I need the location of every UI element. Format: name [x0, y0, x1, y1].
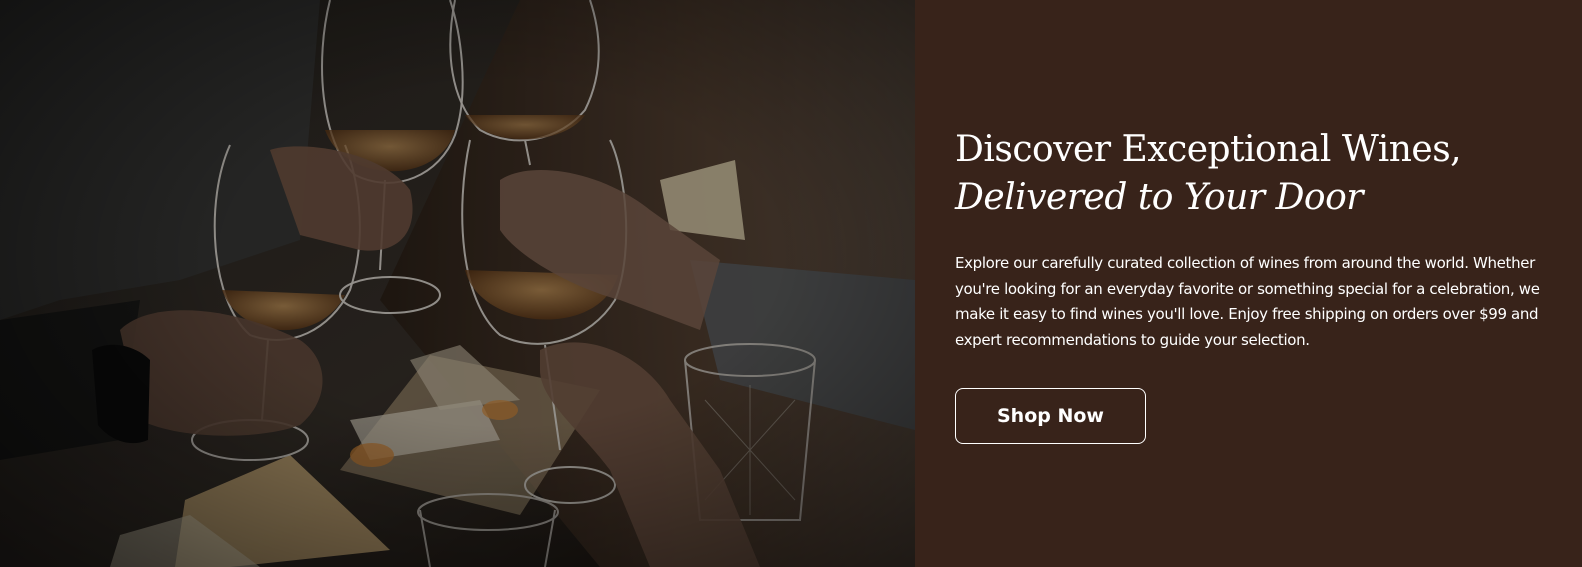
- wine-toast-photo: [0, 0, 915, 567]
- hero-description: Explore our carefully curated collection…: [955, 254, 1540, 349]
- hero-content-panel: Discover Exceptional Wines, Delivered to…: [915, 0, 1582, 567]
- headline-line-2: Delivered to Your Door: [955, 177, 1364, 218]
- hero-image: [0, 0, 915, 567]
- hero-section: Discover Exceptional Wines, Delivered to…: [0, 0, 1582, 567]
- headline-line-1: Discover Exceptional Wines,: [955, 129, 1462, 170]
- hero-headline: Discover Exceptional Wines, Delivered to…: [955, 126, 1462, 222]
- shop-now-button[interactable]: Shop Now: [955, 388, 1146, 444]
